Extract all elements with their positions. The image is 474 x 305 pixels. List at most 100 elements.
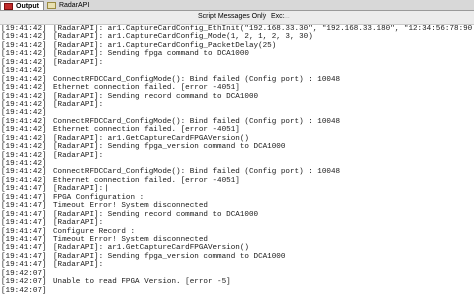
log-message: [RadarAPI]: <box>53 58 104 67</box>
log-timestamp: [19:42:07] <box>1 278 47 287</box>
log-message <box>49 270 474 278</box>
exception-filter-more[interactable]: ... <box>284 13 290 20</box>
log-timestamp: [19:41:42] <box>1 92 47 101</box>
log-timestamp: [19:41:47] <box>1 227 47 236</box>
log-message: ConnectRFDCCard_ConfigMode(): Bind faile… <box>53 75 341 84</box>
log-line: [19:41:42] <box>0 160 474 168</box>
log-message: [RadarAPI]: Sending fpga_version command… <box>53 252 286 261</box>
log-line: [19:41:42] [RadarAPI]: <box>0 101 474 109</box>
log-timestamp: [19:41:42] <box>1 134 47 143</box>
log-timestamp: [19:41:42] <box>1 117 47 126</box>
tab-radarapi[interactable]: RadarAPI <box>44 1 93 10</box>
log-timestamp: [19:42:07] <box>1 286 47 295</box>
log-message: [RadarAPI]: ar1.CaptureCardConfig_EthIni… <box>53 25 474 33</box>
log-timestamp: [19:41:42] <box>1 58 47 67</box>
log-line: [19:41:42] <box>0 67 474 75</box>
log-message: [RadarAPI]: <box>53 261 104 270</box>
log-timestamp: [19:41:42] <box>1 25 47 33</box>
log-timestamp: [19:41:42] <box>1 84 47 93</box>
log-message: Ethernet connection failed. [error -4051… <box>53 126 240 135</box>
log-timestamp: [19:41:42] <box>1 75 47 84</box>
log-message: [RadarAPI]: Sending record command to DC… <box>53 92 259 101</box>
log-timestamp: [19:41:42] <box>1 109 47 118</box>
log-timestamp: [19:42:07] <box>1 269 47 278</box>
log-timestamp: [19:41:42] <box>1 33 47 42</box>
log-line: [19:41:42] Ethernet connection failed. [e… <box>0 84 474 92</box>
log-message: ConnectRFDCCard_ConfigMode(): Bind faile… <box>53 168 341 177</box>
log-line: [19:42:07] Unable to read FPGA Version. [… <box>0 278 474 286</box>
log-timestamp: [19:41:47] <box>1 235 47 244</box>
log-timestamp: [19:41:42] <box>1 41 47 50</box>
tab-radarapi-label: RadarAPI <box>58 2 90 9</box>
log-message: [RadarAPI]: <box>49 185 474 193</box>
log-timestamp: [19:41:47] <box>1 252 47 261</box>
log-message: [RadarAPI]: Sending fpga_version command… <box>53 143 286 152</box>
log-timestamp: [19:41:42] <box>1 100 47 109</box>
log-line: [19:41:42] ConnectRFDCCard_ConfigMode(): … <box>0 118 474 126</box>
log-line: [19:41:47] [RadarAPI]: ar1.GetCaptureCard… <box>0 244 474 252</box>
log-message: [RadarAPI]: ar1.CaptureCardConfig_Mode(1… <box>53 33 313 42</box>
log-timestamp: [19:41:42] <box>1 160 47 168</box>
log-message: Timeout Error! System disconnected <box>53 235 208 244</box>
log-timestamp: [19:41:42] <box>1 50 47 59</box>
log-timestamp: [19:41:47] <box>1 219 47 228</box>
log-line: [19:41:42] [RadarAPI]: <box>0 59 474 67</box>
log-line: [19:41:47] [RadarAPI]: <box>0 219 474 227</box>
tab-output-label: Output <box>16 2 39 10</box>
log-timestamp: [19:41:42] <box>1 176 47 185</box>
log-timestamp: [19:41:42] <box>1 126 47 135</box>
log-message <box>49 109 474 117</box>
log-message: [RadarAPI]: ar1.CaptureCardConfig_Packet… <box>53 41 277 50</box>
tab-bar: Output RadarAPI <box>0 0 474 11</box>
log-line: [19:41:47] Configure Record : <box>0 228 474 236</box>
log-line: [19:41:47] [RadarAPI]: <box>0 261 474 269</box>
log-timestamp: [19:41:47] <box>1 210 47 219</box>
log-message: [RadarAPI]: Sending record command to DC… <box>53 210 259 219</box>
log-message <box>49 67 474 75</box>
log-line: [19:41:42] Ethernet connection failed. [e… <box>0 177 474 185</box>
log-message: Timeout Error! System disconnected <box>53 202 208 211</box>
log-line: [19:42:07] <box>0 287 474 295</box>
output-log[interactable]: [19:41:42] [RadarAPI]: ar1.CaptureCardCon… <box>0 25 474 305</box>
log-line: [19:41:42] [RadarAPI]: Sending fpga comma… <box>0 50 474 58</box>
log-timestamp: [19:41:47] <box>1 244 47 253</box>
log-timestamp: [19:41:42] <box>1 67 47 76</box>
log-line: [19:41:42] [RadarAPI]: ar1.CaptureCardCon… <box>0 25 474 33</box>
log-timestamp: [19:41:42] <box>1 168 47 177</box>
log-message: [RadarAPI]: <box>53 219 104 228</box>
log-message: Ethernet connection failed. [error -4051… <box>53 176 240 185</box>
tab-output[interactable]: Output <box>0 1 44 10</box>
log-timestamp: [19:41:42] <box>1 143 47 152</box>
log-line: [19:41:47] FPGA Configuration : <box>0 194 474 202</box>
log-message <box>49 160 474 168</box>
log-line: [19:41:47] [RadarAPI]: Sending record com… <box>0 211 474 219</box>
log-line: [19:41:42] ConnectRFDCCard_ConfigMode(): … <box>0 76 474 84</box>
log-line: [19:41:42] [RadarAPI]: ar1.CaptureCardCon… <box>0 33 474 41</box>
log-timestamp: [19:41:47] <box>1 193 47 202</box>
log-message: Ethernet connection failed. [error -4051… <box>53 84 240 93</box>
log-line: [19:41:47] [RadarAPI]: Sending fpga_versi… <box>0 253 474 261</box>
log-timestamp: [19:41:47] <box>1 261 47 270</box>
log-message: [RadarAPI]: <box>53 151 104 160</box>
script-messages-only-toggle[interactable]: Script Messages Only <box>198 13 266 20</box>
log-line: [19:41:42] Ethernet connection failed. [e… <box>0 126 474 134</box>
log-message: [RadarAPI]: ar1.GetCaptureCardFPGAVersio… <box>53 134 249 143</box>
output-toolbar: Script Messages Only | Exc: ... <box>0 11 474 25</box>
log-line: [19:41:47] Timeout Error! System disconne… <box>0 202 474 210</box>
log-timestamp: [19:41:47] <box>1 185 47 194</box>
log-timestamp: [19:41:47] <box>1 202 47 211</box>
log-message: ConnectRFDCCard_ConfigMode(): Bind faile… <box>53 117 341 126</box>
log-line: [19:41:42] [RadarAPI]: <box>0 152 474 160</box>
log-message: [RadarAPI]: ar1.GetCaptureCardFPGAVersio… <box>53 244 249 253</box>
log-message: Unable to read FPGA Version. [error -5] <box>53 278 231 287</box>
exception-filter-label[interactable]: Exc: <box>271 13 285 20</box>
log-message <box>49 287 474 295</box>
log-line: [19:41:42] [RadarAPI]: ar1.GetCaptureCard… <box>0 135 474 143</box>
log-line: [19:41:47] [RadarAPI]: <box>0 185 474 193</box>
log-line: [19:41:42] <box>0 109 474 117</box>
log-line: [19:41:47] Timeout Error! System disconne… <box>0 236 474 244</box>
log-line: [19:42:07] <box>0 270 474 278</box>
output-icon <box>4 2 13 10</box>
log-line: [19:41:42] ConnectRFDCCard_ConfigMode(): … <box>0 168 474 176</box>
log-message: Configure Record : <box>53 227 136 236</box>
